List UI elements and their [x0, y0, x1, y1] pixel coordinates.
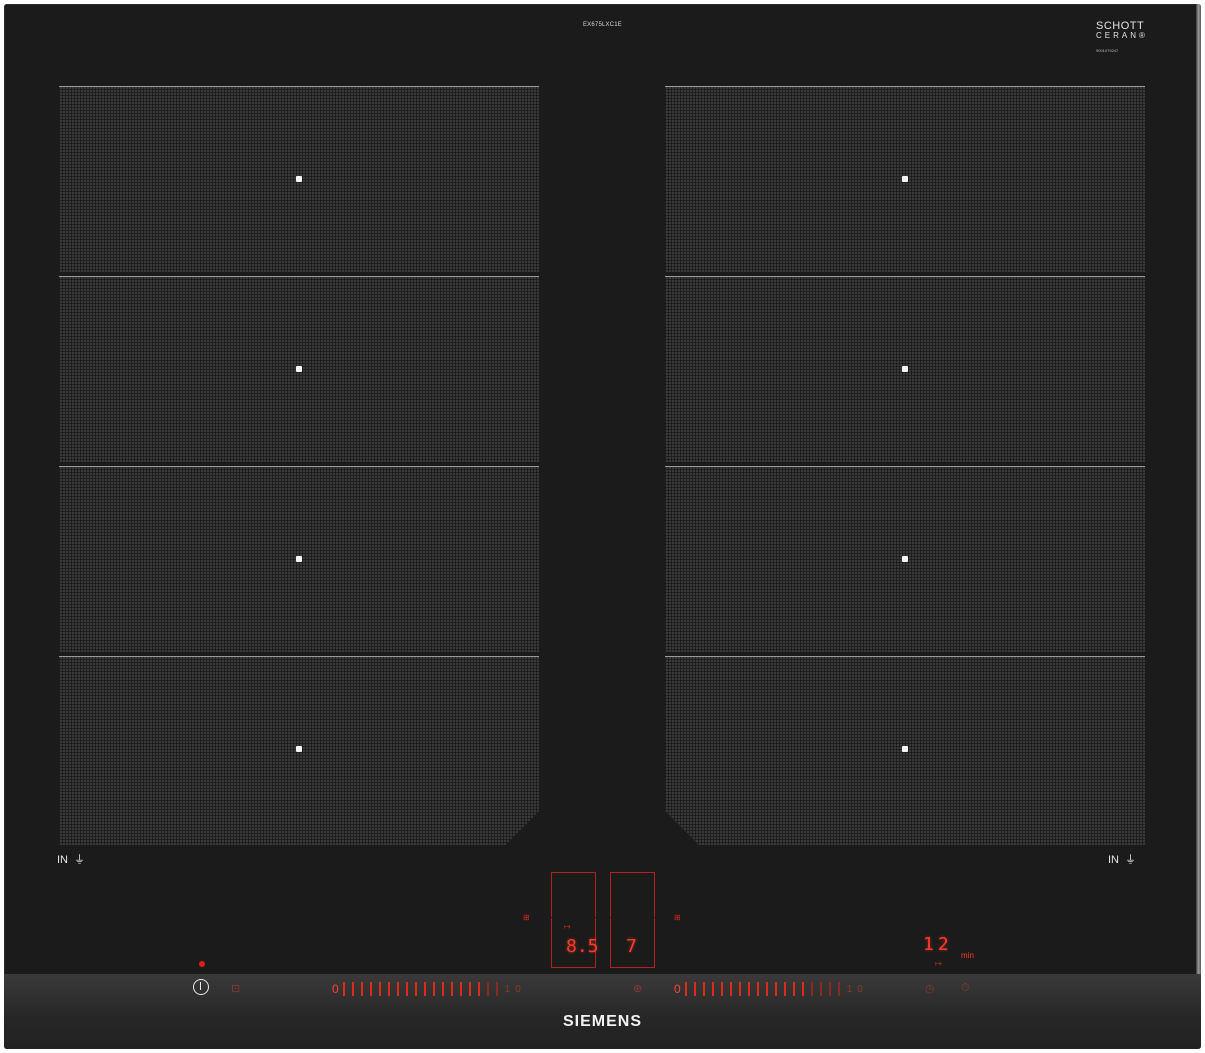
glass-brand-line1: SCHOTT — [1096, 20, 1145, 32]
slider-step[interactable] — [738, 982, 741, 996]
slider-step[interactable] — [459, 982, 462, 996]
slider-step[interactable] — [711, 982, 714, 996]
model-label: EX675LXC1E — [582, 22, 623, 28]
pot-icon: ⏚ — [1125, 854, 1136, 866]
slider-step[interactable] — [387, 982, 390, 996]
slider-step[interactable] — [450, 982, 453, 996]
control-panel — [4, 974, 1201, 1049]
induction-label-left: IN ⏚ — [57, 851, 85, 867]
induction-text: IN — [57, 854, 68, 866]
timer-unit: min — [961, 951, 974, 960]
cooking-zone-left-2 — [59, 276, 539, 462]
slider-step[interactable] — [747, 982, 750, 996]
cooking-zone-right-3 — [665, 466, 1145, 652]
zone-select-right-icon[interactable]: ⊞ — [674, 913, 681, 922]
left-power-display: 8.5 ↦ — [551, 918, 599, 968]
zone-marker — [902, 176, 908, 182]
flex-zone-icon[interactable]: ⊛ — [633, 982, 642, 995]
zone-marker — [902, 745, 908, 752]
slider-step[interactable] — [477, 982, 480, 996]
induction-label-right: IN ⏚ — [1108, 851, 1136, 867]
zone-marker — [902, 366, 908, 372]
slider-step[interactable] — [756, 982, 759, 996]
cooking-zone-right-1 — [665, 86, 1145, 272]
slider-step[interactable] — [468, 982, 471, 996]
timer-display: 12 — [923, 934, 953, 955]
timer-icon[interactable]: ◷ — [925, 982, 935, 995]
slider-step[interactable] — [423, 982, 426, 996]
slider-step[interactable] — [441, 982, 444, 996]
induction-text: IN — [1108, 854, 1119, 866]
timer-arrow-icon: ↦ — [564, 922, 571, 931]
pot-icon: ⏚ — [74, 854, 85, 866]
right-power-display: 7 — [610, 918, 655, 968]
slider-step[interactable] — [720, 982, 723, 996]
zone-select-left-icon[interactable]: ⊞ — [523, 913, 530, 922]
zone-marker — [902, 556, 908, 562]
glass-brand-logo: SCHOTT CERAN® 9001079247 — [1096, 20, 1148, 55]
slider-step[interactable] — [765, 982, 768, 996]
slider-step[interactable] — [351, 982, 354, 996]
cooking-zone-left-4 — [59, 656, 539, 845]
brand-logo: SIEMENS — [562, 1013, 642, 1030]
zone-marker — [296, 176, 302, 182]
frame-edge — [1196, 4, 1201, 1049]
cooktop-surface: EX675LXC1E SCHOTT CERAN® 9001079247 IN ⏚ … — [4, 4, 1201, 1049]
right-power-level: 7 — [626, 936, 637, 957]
left-power-level: 8.5 — [566, 936, 599, 957]
cooking-zone-left-3 — [59, 466, 539, 652]
slider-step[interactable] — [810, 982, 813, 996]
slider-step[interactable] — [792, 982, 795, 996]
slider-step[interactable] — [783, 982, 786, 996]
slider-step[interactable] — [369, 982, 372, 996]
cooking-zone-left-1 — [59, 86, 539, 272]
slider-step[interactable] — [774, 982, 777, 996]
left-power-slider[interactable]: 0 1 0 — [332, 981, 521, 997]
glass-serial: 9001079247 — [1096, 48, 1119, 53]
slider-max-label: 1 0 — [846, 983, 863, 995]
slider-step[interactable] — [729, 982, 732, 996]
slider-step[interactable] — [693, 982, 696, 996]
slider-step[interactable] — [828, 982, 831, 996]
timer-arrow-icon: ↦ — [935, 959, 942, 968]
slider-step[interactable] — [702, 982, 705, 996]
slider-step[interactable] — [432, 982, 435, 996]
slider-min-label: 0 — [674, 982, 681, 996]
slider-step[interactable] — [495, 982, 498, 996]
slider-step[interactable] — [378, 982, 381, 996]
slider-min-label: 0 — [332, 982, 339, 996]
slider-step[interactable] — [414, 982, 417, 996]
slider-step[interactable] — [684, 982, 687, 996]
slider-step[interactable] — [360, 982, 363, 996]
lock-icon[interactable]: ⊡ — [231, 982, 240, 995]
slider-step[interactable] — [819, 982, 822, 996]
slider-step[interactable] — [396, 982, 399, 996]
slider-step[interactable] — [801, 982, 804, 996]
slider-step[interactable] — [837, 982, 840, 996]
slider-step[interactable] — [486, 982, 489, 996]
flex-zone-left-indicator[interactable] — [551, 872, 596, 917]
zone-marker — [296, 556, 302, 562]
flex-zone-right-indicator[interactable] — [610, 872, 655, 917]
cooking-zone-right-4 — [665, 656, 1145, 845]
power-indicator-light — [199, 961, 205, 967]
power-button[interactable] — [193, 979, 209, 995]
cooking-zone-right-2 — [665, 276, 1145, 462]
zone-marker — [296, 366, 302, 372]
zone-marker — [296, 745, 302, 752]
slider-max-label: 1 0 — [504, 983, 521, 995]
slider-step[interactable] — [405, 982, 408, 996]
right-power-slider[interactable]: 0 1 0 — [674, 981, 863, 997]
stopwatch-icon[interactable]: ⏱ — [961, 982, 970, 995]
slider-step[interactable] — [342, 982, 345, 996]
glass-brand-line2: CERAN® — [1096, 31, 1148, 40]
